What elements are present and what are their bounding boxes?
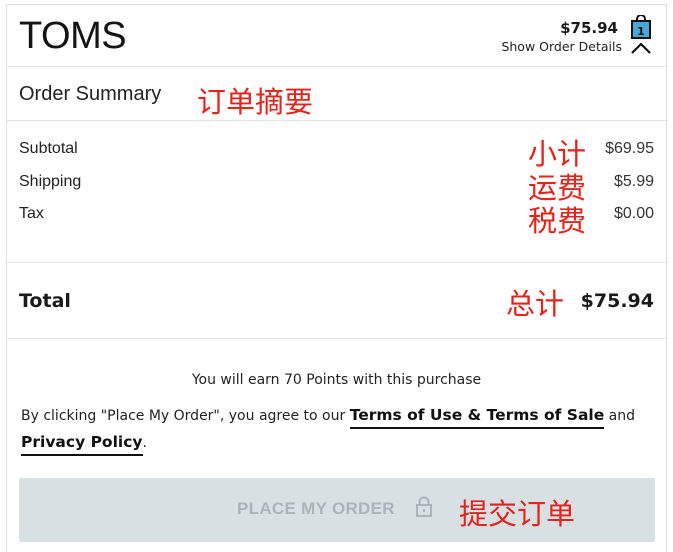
lock-icon xyxy=(416,496,432,517)
privacy-policy-link[interactable]: Privacy Policy xyxy=(21,433,143,456)
agreement-period: . xyxy=(142,435,147,451)
header-order-total: $75.94 xyxy=(560,19,618,37)
tax-value: $0.00 xyxy=(613,205,654,222)
subtotal-label: Subtotal xyxy=(19,140,78,157)
terms-link[interactable]: Terms of Use & Terms of Sale xyxy=(349,406,605,429)
divider xyxy=(7,262,666,263)
order-summary-annotation: 订单摘要 xyxy=(197,85,314,119)
divider xyxy=(7,120,666,121)
show-order-details-link[interactable]: Show Order Details xyxy=(501,39,622,54)
toms-logo[interactable]: TOMS xyxy=(19,14,127,58)
agreement-prefix: By clicking "Place My Order", you agree … xyxy=(21,408,350,424)
divider xyxy=(7,338,666,339)
place-order-annotation: 提交订单 xyxy=(459,497,576,531)
subtotal-value: $69.95 xyxy=(605,140,654,157)
agreement-and: and xyxy=(604,408,636,424)
place-order-button[interactable]: PLACE MY ORDER 提交订单 xyxy=(19,478,655,542)
agreement-text: By clicking "Place My Order", you agree … xyxy=(21,402,661,456)
total-annotation: 总计 xyxy=(506,287,565,321)
total-label: Total xyxy=(19,290,71,312)
order-summary-title: Order Summary xyxy=(19,83,162,105)
checkout-panel: TOMS $75.94 Show Order Details 1 Order S… xyxy=(6,4,667,552)
bag-count: 1 xyxy=(637,25,645,38)
place-order-label: PLACE MY ORDER xyxy=(237,499,395,518)
total-value: $75.94 xyxy=(580,290,654,312)
checkout-header: TOMS $75.94 Show Order Details 1 xyxy=(7,5,666,67)
points-message: You will earn 70 Points with this purcha… xyxy=(191,372,482,388)
tax-label: Tax xyxy=(19,205,44,222)
shipping-value: $5.99 xyxy=(613,173,654,190)
tax-annotation: 税费 xyxy=(528,204,587,238)
shipping-label: Shipping xyxy=(19,173,82,190)
chevron-up-icon[interactable] xyxy=(630,41,652,55)
shopping-bag-icon[interactable]: 1 xyxy=(631,15,651,39)
